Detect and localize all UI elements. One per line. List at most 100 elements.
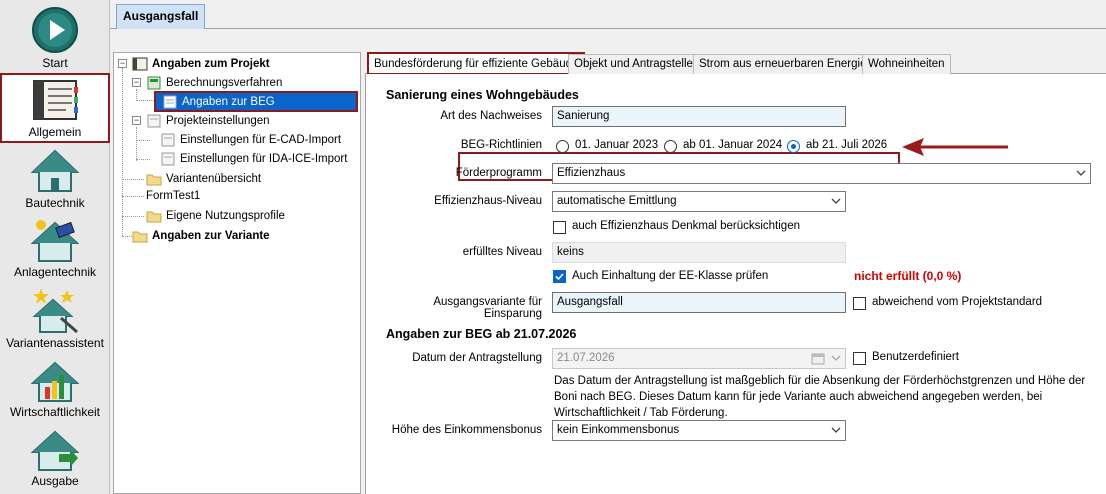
dropdown-foerderprogramm[interactable]: Effizienzhaus <box>552 163 1091 184</box>
main-navigation: Start Allgemein Bautechnik Anlagentechni… <box>0 0 110 494</box>
radio-2024[interactable] <box>664 140 677 153</box>
house-chart-icon <box>31 361 79 402</box>
chevron-down-icon <box>831 355 841 361</box>
folder-icon <box>146 211 162 223</box>
tab-bundesfoerderung[interactable]: Bundesförderung für effiziente Gebäude <box>367 52 586 75</box>
tree-item-variantenuebersicht[interactable]: Variantenübersicht <box>146 170 261 188</box>
radio-2023[interactable] <box>556 140 569 153</box>
folder-icon <box>146 174 162 186</box>
nav-ausgabe-label: Ausgabe <box>31 474 79 488</box>
nav-variantenassistent[interactable]: Variantenassistent <box>0 286 110 352</box>
radio-2026-label: ab 21. Juli 2026 <box>806 139 888 151</box>
dropdown-effizienzhaus-niveau[interactable]: automatische Emittlung <box>552 191 846 212</box>
tree-item-angaben-beg[interactable]: Angaben zur BEG <box>154 91 358 112</box>
date-antragstellung[interactable]: 21.07.2026 <box>552 348 846 369</box>
annotation-arrow-icon <box>902 138 1008 156</box>
label-einkommensbonus: Höhe des Einkommensbonus <box>391 424 542 436</box>
form-icon <box>163 95 177 109</box>
tree-label-variantenuebersicht: Variantenübersicht <box>166 173 262 185</box>
binder-icon <box>132 57 148 71</box>
tree-item-projekteinstellungen[interactable]: Projekteinstellungen <box>146 112 270 130</box>
tree-item-ida-ice-import[interactable]: Einstellungen für IDA-ICE-Import <box>160 150 347 168</box>
tab-wohneinheiten[interactable]: Wohneinheiten <box>862 54 951 74</box>
label-foerderprogramm: Förderprogramm <box>455 167 542 179</box>
checkbox-denkmal-label: auch Effizienzhaus Denkmal berücksichtig… <box>572 220 800 232</box>
wizard-icon <box>32 288 78 334</box>
tree-label-angaben-beg: Angaben zur BEG <box>182 96 275 108</box>
field-ausgangsvariante[interactable]: Ausgangsfall <box>552 292 846 313</box>
dropdown-einkommensbonus[interactable]: kein Einkommensbonus <box>552 420 846 441</box>
nav-anlagentechnik[interactable]: Anlagentechnik <box>0 217 110 281</box>
tree-item-projekt[interactable]: Angaben zum Projekt <box>132 55 270 73</box>
tab-strom-erneuerbar[interactable]: Strom aus erneuerbaren Energien <box>693 54 879 74</box>
nav-start[interactable]: Start <box>0 6 110 70</box>
radio-2023-label: 01. Januar 2023 <box>575 139 659 151</box>
nav-allgemein-label: Allgemein <box>28 125 82 139</box>
nav-start-label: Start <box>42 56 68 70</box>
tab-objekt-antragsteller[interactable]: Objekt und Antragsteller <box>568 54 703 74</box>
checkbox-ee-klasse[interactable] <box>553 270 566 283</box>
dropdown-niveau-value: automatische Emittlung <box>557 195 677 207</box>
tree-label-nutzungsprofile: Eigene Nutzungsprofile <box>166 210 285 222</box>
checkmark-icon <box>555 273 564 281</box>
expander-collapse[interactable]: − <box>118 59 127 68</box>
section-title-beg-2026: Angaben zur BEG ab 21.07.2026 <box>386 327 577 341</box>
tree-label-projekt: Angaben zum Projekt <box>152 58 270 70</box>
checkbox-ee-klasse-label: Auch Einhaltung der EE-Klasse prüfen <box>572 270 769 282</box>
tree-label-projekteinstellungen: Projekteinstellungen <box>166 115 270 127</box>
tree-label-berechnungsverfahren: Berechnungsverfahren <box>166 77 283 89</box>
nav-allgemein[interactable]: Allgemein <box>0 73 110 143</box>
label-datum-antragstellung: Datum der Antragstellung <box>412 352 542 364</box>
calendar-icon <box>811 353 825 365</box>
tree-line <box>136 159 150 160</box>
tree-item-nutzungsprofile[interactable]: Eigene Nutzungsprofile <box>146 207 285 225</box>
tree-item-angaben-beg-inner: Angaben zur BEG <box>162 93 275 111</box>
main-content: Bundesförderung für effiziente Gebäude O… <box>365 52 1106 494</box>
tab-ausgangsfall[interactable]: Ausgangsfall <box>116 4 206 29</box>
tree-label-angaben-variante: Angaben zur Variante <box>152 230 270 242</box>
document-tabbar: Ausgangsfall <box>110 0 1106 29</box>
label-effizienzhaus-niveau: Effizienzhaus-Niveau <box>434 195 542 207</box>
tree-label-formtest1: FormTest1 <box>146 190 201 202</box>
field-erfuelltes-niveau: keins <box>552 242 846 263</box>
nav-wirtschaftlichkeit[interactable]: Wirtschaftlichkeit <box>0 357 110 421</box>
checkbox-abweichend[interactable] <box>853 297 866 310</box>
radio-2024-label: ab 01. Januar 2024 <box>683 139 783 151</box>
chevron-down-icon <box>831 198 841 204</box>
checkbox-benutzerdefiniert[interactable] <box>853 352 866 365</box>
nav-anlagentechnik-label: Anlagentechnik <box>13 265 97 279</box>
date-antragstellung-value: 21.07.2026 <box>557 352 615 364</box>
settings-form-icon <box>161 133 175 147</box>
tree-label-ecad-import: Einstellungen für E-CAD-Import <box>180 134 342 146</box>
expander-collapse[interactable]: − <box>132 116 141 125</box>
play-icon <box>32 7 78 53</box>
calculator-icon <box>147 76 161 90</box>
checkbox-denkmal[interactable] <box>553 221 566 234</box>
folder-icon <box>132 231 148 243</box>
radio-2026[interactable] <box>787 140 800 153</box>
label-beg-richtlinien: BEG-Richtlinien <box>460 139 542 151</box>
dropdown-foerderprogramm-value: Effizienzhaus <box>557 167 626 179</box>
ee-status-text: nicht erfüllt (0,0 %) <box>854 269 962 283</box>
info-text: Das Datum der Antragstellung ist maßgebl… <box>554 375 1086 419</box>
nav-ausgabe[interactable]: Ausgabe <box>0 428 110 490</box>
nav-variantenassistent-label: Variantenassistent <box>6 336 104 350</box>
tree-label-ida-ice-import: Einstellungen für IDA-ICE-Import <box>180 153 348 165</box>
tree-item-angaben-variante[interactable]: Angaben zur Variante <box>132 227 270 245</box>
tree-line <box>122 216 144 217</box>
section-title-sanierung: Sanierung eines Wohngebäudes <box>386 88 579 102</box>
tree-line <box>122 179 144 180</box>
nav-bautechnik[interactable]: Bautechnik <box>0 148 110 212</box>
field-art-nachweis[interactable]: Sanierung <box>552 106 846 127</box>
label-art-nachweis: Art des Nachweises <box>440 110 542 122</box>
tree-item-berechnungsverfahren[interactable]: Berechnungsverfahren <box>146 74 282 92</box>
tab-strip: Bundesförderung für effiziente Gebäude O… <box>365 52 1106 75</box>
tree-item-formtest1[interactable]: FormTest1 <box>146 187 200 205</box>
tree-line <box>136 100 154 101</box>
tree-item-ecad-import[interactable]: Einstellungen für E-CAD-Import <box>160 131 341 149</box>
tree-line <box>136 140 150 141</box>
checkbox-abweichend-label: abweichend vom Projektstandard <box>872 296 1043 308</box>
label-erfuelltes-niveau: erfülltes Niveau <box>462 246 542 258</box>
label-ausgangsvariante: Ausgangsvariante für Einsparung <box>433 296 542 320</box>
expander-collapse[interactable]: − <box>132 78 141 87</box>
